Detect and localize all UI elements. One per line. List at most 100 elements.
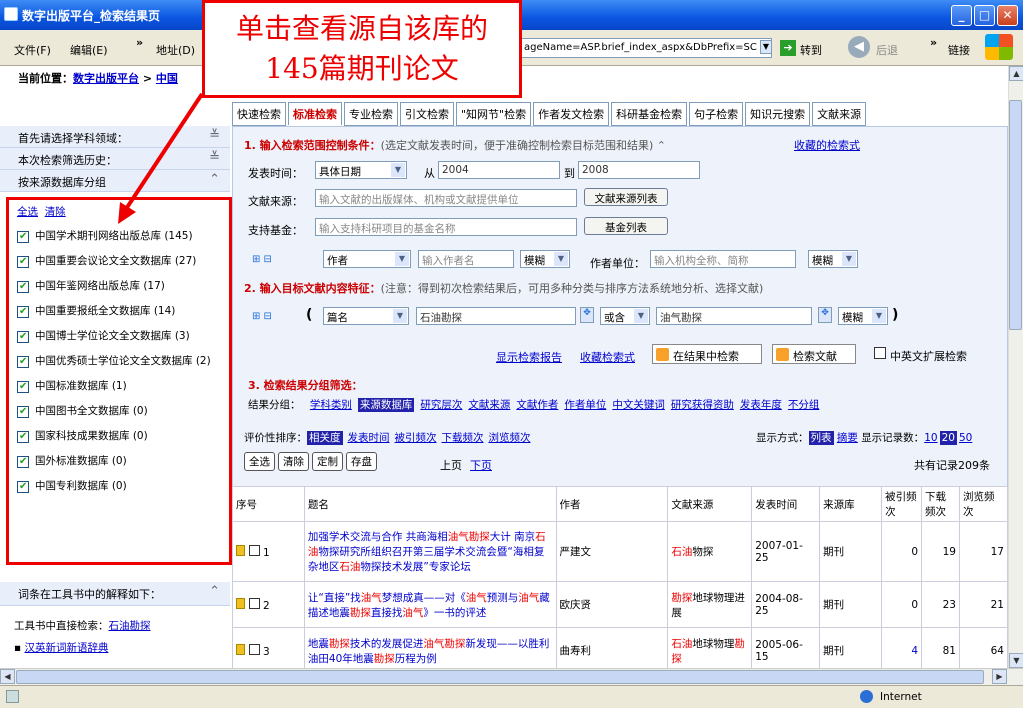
menu-file[interactable]: 文件(F) [14,42,51,58]
db-label[interactable]: 中国优秀硕士学位论文全文数据库 (2) [35,354,211,369]
term1-input[interactable]: 石油勘探 [416,307,576,325]
download-icon[interactable] [236,643,245,655]
maximize-button[interactable]: □ [974,5,995,26]
db-checkbox[interactable] [17,404,29,419]
db-item[interactable]: 中国图书全文数据库 (0) [17,404,221,419]
row-checkbox[interactable] [249,597,260,609]
select-all-link[interactable]: 全选 [17,206,38,218]
links-label[interactable]: 链接 [948,42,970,58]
term1-expand-icon[interactable]: ✥ [580,307,594,323]
sort-link[interactable]: 发表时间 [348,432,390,444]
db-label[interactable]: 国外标准数据库 (0) [35,454,127,469]
db-label[interactable]: 中国专利数据库 (0) [35,479,127,494]
to-date-input[interactable]: 2008 [578,161,700,179]
content-field-select[interactable]: 篇名 [323,307,409,325]
db-item[interactable]: 中国优秀硕士学位论文全文数据库 (2) [17,354,221,369]
download-icon[interactable] [236,544,245,556]
cite-cell[interactable]: 4 [881,627,923,674]
db-checkbox[interactable] [17,229,29,244]
prev-page[interactable]: 上页 [440,457,462,473]
author-cell[interactable]: 欧庆贤 [555,581,669,628]
sort-link[interactable]: 相关度 [307,431,343,445]
title-cell[interactable]: 让“直接”找油气梦想成真——对《油气预测与油气藏描述地震勘探直接找油气》一书的评… [303,581,557,628]
db-label[interactable]: 中国图书全文数据库 (0) [35,404,148,419]
scroll-left-icon[interactable]: ◀ [0,669,15,684]
title-cell[interactable]: 地震勘探技术的发展促进油气勘探新发现——以胜利油田40年地震勘探历程为例 [303,627,557,674]
db-label[interactable]: 中国学术期刊网络出版总库 (145) [35,229,193,244]
group-link[interactable]: 文献作者 [516,399,558,411]
tab-8[interactable]: 知识元搜索 [745,102,811,126]
group-link[interactable]: 不分组 [788,399,820,411]
group-link[interactable]: 发表年度 [740,399,782,411]
tab-3[interactable]: 引文检索 [400,102,454,126]
db-item[interactable]: 中国专利数据库 (0) [17,479,221,494]
db-item[interactable]: 中国年鉴网络出版总库 (17) [17,279,221,294]
tab-0[interactable]: 快速检索 [232,102,286,126]
group-link[interactable]: 研究层次 [420,399,462,411]
minimize-button[interactable]: _ [951,5,972,26]
group-link[interactable]: 中文关键词 [612,399,665,411]
menu-more-icon[interactable]: » [136,36,143,49]
db-checkbox[interactable] [17,254,29,269]
add-row-icon[interactable]: ⊞ ⊟ [252,311,272,322]
breadcrumb-link-2[interactable]: 中国 [156,72,178,85]
tool-term-link[interactable]: 石油勘探 [109,620,151,632]
db-checkbox[interactable] [17,454,29,469]
close-button[interactable]: ✕ [997,5,1018,26]
title-cell[interactable]: 加强学术交流与合作 共商海相油气勘探大计 南京石油物探研究所组织召开第三届学术交… [303,521,557,582]
db-item[interactable]: 中国重要报纸全文数据库 (14) [17,304,221,319]
result-action-button[interactable]: 清除 [278,452,309,471]
db-checkbox[interactable] [17,279,29,294]
db-checkbox[interactable] [17,479,29,494]
row-checkbox[interactable] [249,643,260,655]
db-checkbox[interactable] [17,329,29,344]
tab-2[interactable]: 专业检索 [344,102,398,126]
db-checkbox[interactable] [17,304,29,319]
db-label[interactable]: 中国重要会议论文全文数据库 (27) [35,254,196,269]
report-link[interactable]: 显示检索报告 [496,349,562,365]
operator-select[interactable]: 或含 [600,307,650,325]
db-checkbox[interactable] [17,429,29,444]
per-page-link[interactable]: 20 [939,431,957,445]
db-item[interactable]: 中国标准数据库 (1) [17,379,221,394]
time-type-select[interactable]: 具体日期 [315,161,407,179]
address-input[interactable]: ageName=ASP.brief_index_aspx&DbPrefix=SC [520,38,772,58]
tool-dict-link[interactable]: 汉英新词新语辞典 [24,642,108,654]
display-abstract-link[interactable]: 摘要 [837,432,858,444]
next-page-link[interactable]: 下页 [470,457,492,473]
result-action-button[interactable]: 存盘 [346,452,377,471]
author-cell[interactable]: 严建文 [555,521,669,582]
cite-cell[interactable]: 0 [881,521,923,582]
fund-input[interactable]: 输入支持科研项目的基金名称 [315,218,577,236]
tab-6[interactable]: 科研基金检索 [611,102,688,126]
per-page-link[interactable]: 10 [924,432,937,444]
tab-4[interactable]: "知网节"检索 [456,102,532,126]
db-label[interactable]: 中国重要报纸全文数据库 (14) [35,304,175,319]
row-checkbox[interactable] [249,544,260,556]
db-item[interactable]: 中国重要会议论文全文数据库 (27) [17,254,221,269]
author-cell[interactable]: 曲寿利 [555,627,669,674]
collapse-up-icon[interactable]: ⌃ [657,139,666,152]
hscroll-thumb[interactable] [16,670,984,684]
author-input[interactable]: 输入作者名 [418,250,514,268]
save-search-link[interactable]: 收藏检索式 [580,349,635,365]
author-field-select[interactable]: 作者 [323,250,411,268]
source-cell[interactable]: 勘探地球物理进展 [667,581,753,628]
horizontal-scrollbar[interactable]: ◀ ▶ [0,668,1023,685]
db-label[interactable]: 中国博士学位论文全文数据库 (3) [35,329,190,344]
display-list-link[interactable]: 列表 [808,431,834,445]
tab-1[interactable]: 标准检索 [288,102,342,125]
sidebar-tool-head[interactable]: 词条在工具书中的解释如下： ⌃ [0,582,230,606]
author-fuzzy-select[interactable]: 模糊 [520,250,570,268]
title-link[interactable]: 加强学术交流与合作 共商海相油气勘探大计 南京石油物探研究所组织召开第三届学术交… [308,531,546,573]
tab-5[interactable]: 作者发文检索 [533,102,610,126]
fav-search-link[interactable]: 收藏的检索式 [794,137,860,153]
db-item[interactable]: 国外标准数据库 (0) [17,454,221,469]
fund-list-button[interactable]: 基金列表 [584,217,668,235]
group-link[interactable]: 来源数据库 [357,398,415,412]
scroll-right-icon[interactable]: ▶ [992,669,1007,684]
source-list-button[interactable]: 文献来源列表 [584,188,668,206]
result-action-button[interactable]: 全选 [244,452,275,471]
db-item[interactable]: 中国学术期刊网络出版总库 (145) [17,229,221,244]
db-label[interactable]: 中国标准数据库 (1) [35,379,127,394]
